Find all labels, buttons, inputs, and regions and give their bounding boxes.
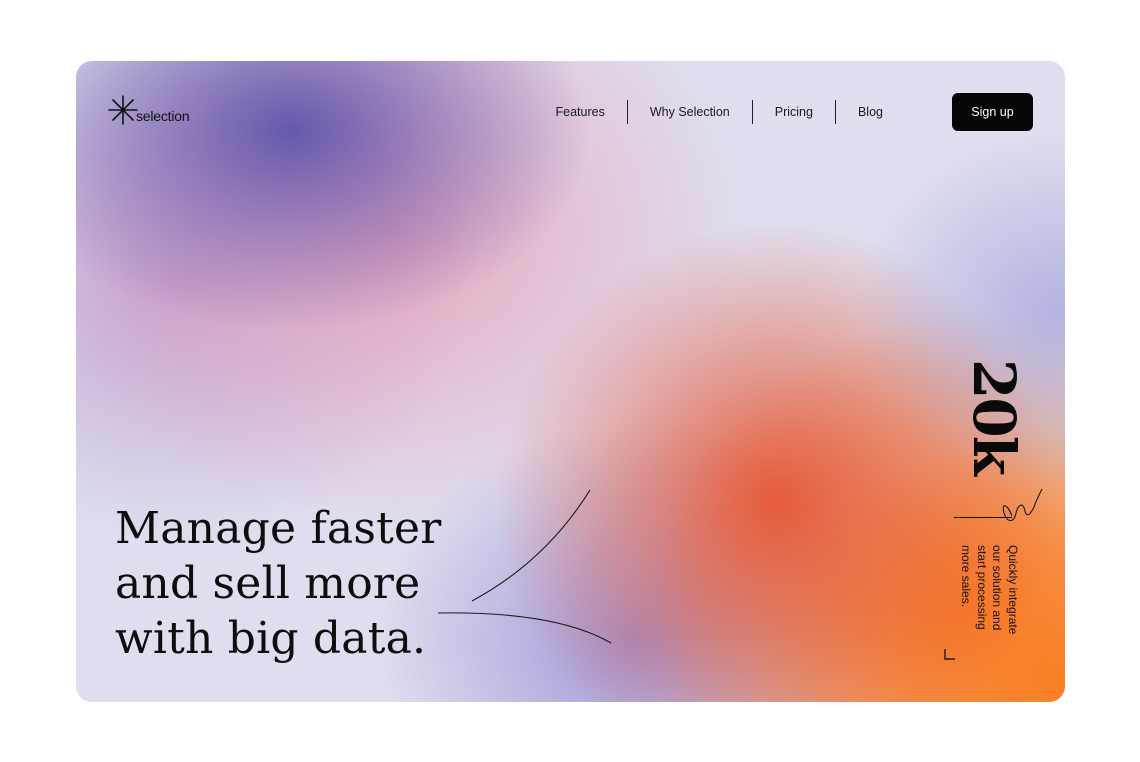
headline-line: with big data. bbox=[115, 613, 427, 664]
stat-description: Quickly integrate our solution and start… bbox=[959, 545, 1021, 635]
logo[interactable]: selection bbox=[108, 95, 190, 125]
nav-item-blog[interactable]: Blog bbox=[836, 105, 905, 119]
stat-divider bbox=[954, 517, 1012, 519]
stat-block: 20k bbox=[954, 359, 1028, 499]
nav-item-why-selection[interactable]: Why Selection bbox=[628, 105, 752, 119]
headline-line: Manage faster bbox=[115, 503, 442, 554]
sign-up-button[interactable]: Sign up bbox=[952, 93, 1033, 131]
nav-item-pricing[interactable]: Pricing bbox=[753, 105, 835, 119]
hero-headline: Manage faster and sell more with big dat… bbox=[115, 501, 442, 666]
asterisk-icon bbox=[108, 95, 138, 125]
stat-description-block: Quickly integrate our solution and start… bbox=[954, 545, 1021, 685]
main-nav: Features Why Selection Pricing Blog bbox=[534, 100, 906, 124]
hero-card: selection Features Why Selection Pricing… bbox=[76, 61, 1065, 702]
nav-item-features[interactable]: Features bbox=[534, 105, 627, 119]
stat-value: 20k bbox=[960, 359, 1028, 474]
logo-text: selection bbox=[136, 108, 190, 124]
headline-line: and sell more bbox=[115, 558, 421, 609]
